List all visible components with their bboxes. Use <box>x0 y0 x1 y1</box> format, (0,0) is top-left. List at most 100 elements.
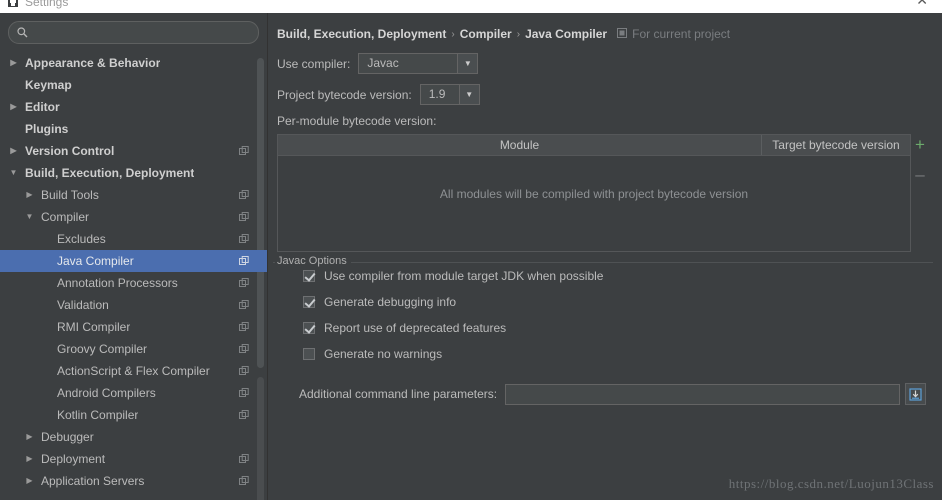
chevron-down-icon[interactable]: ▼ <box>457 54 478 73</box>
javac-option-row[interactable]: Use compiler from module target JDK when… <box>273 263 933 289</box>
sidebar-item-label: Android Compilers <box>57 386 156 400</box>
javac-option-row[interactable]: Report use of deprecated features <box>273 315 933 341</box>
javac-option-row[interactable]: Generate no warnings <box>273 341 933 367</box>
module-scope-icon <box>239 255 249 269</box>
checkbox-label: Generate debugging info <box>324 295 457 309</box>
sidebar-item-label: Java Compiler <box>57 254 134 268</box>
module-scope-icon <box>239 233 249 247</box>
javac-options-checkbox-list: Use compiler from module target JDK when… <box>273 263 933 367</box>
sidebar-item-label: Debugger <box>41 430 94 444</box>
sidebar-item-label: Application Servers <box>41 474 145 488</box>
chevron-right-icon[interactable]: ▶ <box>24 455 35 463</box>
sidebar-item-label: Build, Execution, Deployment <box>25 166 195 180</box>
sidebar-item-excludes[interactable]: ▶ Excludes <box>0 228 267 250</box>
expand-editor-icon[interactable] <box>905 383 927 405</box>
sidebar-item-debugger[interactable]: ▶ Debugger <box>0 426 267 448</box>
chevron-right-icon[interactable]: ▶ <box>8 103 19 111</box>
checkbox-generate-debugging-info[interactable] <box>303 296 315 308</box>
breadcrumb-item-build[interactable]: Build, Execution, Deployment <box>277 27 446 41</box>
sidebar-item-android-compilers[interactable]: ▶ Android Compilers <box>0 382 267 404</box>
module-scope-icon <box>239 475 249 489</box>
sidebar-item-label: Version Control <box>25 144 115 158</box>
checkbox-generate-no-warnings[interactable] <box>303 348 315 360</box>
use-compiler-select[interactable]: Javac ▼ <box>358 53 479 74</box>
chevron-right-icon[interactable]: ▶ <box>8 59 19 67</box>
sidebar-item-validation[interactable]: ▶ Validation <box>0 294 267 316</box>
sidebar-item-plugins[interactable]: ▶ Plugins <box>0 118 267 140</box>
table-empty-message: All modules will be compiled with projec… <box>439 187 749 201</box>
use-compiler-label: Use compiler: <box>277 56 351 71</box>
settings-tree: ▶ Appearance & Behavior ▶ Keymap ▶ Editor ▶ Plu… <box>0 52 267 500</box>
chevron-right-icon[interactable]: ▶ <box>24 191 35 199</box>
chevron-right-icon: ▶ <box>40 257 51 265</box>
chevron-down-icon[interactable]: ▼ <box>8 169 19 177</box>
per-module-bytecode-label: Per-module bytecode version: <box>277 114 437 128</box>
chevron-right-icon: ▶ <box>40 235 51 243</box>
settings-dialog: Settings ✕ ▶ Appearance & Behavior ▶ Keymap… <box>0 0 942 500</box>
chevron-right-icon: ▶ <box>40 367 51 375</box>
additional-params-input[interactable] <box>505 383 901 405</box>
breadcrumb-separator: › <box>451 28 455 40</box>
sidebar-item-label: Plugins <box>25 122 69 136</box>
chevron-right-icon[interactable]: ▶ <box>24 477 35 485</box>
search-box[interactable] <box>8 21 259 44</box>
checkbox-report-use-of-deprecated-features[interactable] <box>303 322 315 334</box>
chevron-right-icon[interactable]: ▶ <box>24 433 35 441</box>
sidebar-item-label: Build Tools <box>41 188 99 202</box>
chevron-right-icon[interactable]: ▶ <box>8 147 19 155</box>
status-badge: For current project <box>617 27 730 41</box>
add-module-button[interactable]: + <box>915 136 925 153</box>
chevron-down-icon[interactable]: ▼ <box>458 85 479 104</box>
sidebar-item-application-servers[interactable]: ▶ Application Servers <box>0 470 267 492</box>
chevron-right-icon: ▶ <box>8 125 19 133</box>
module-scope-icon <box>239 189 249 203</box>
module-scope-icon <box>239 409 249 423</box>
settings-window-icon <box>6 0 19 9</box>
sidebar-item-build-execution-deployment[interactable]: ▼ Build, Execution, Deployment <box>0 162 267 184</box>
window-titlebar: Settings ✕ <box>0 0 942 13</box>
sidebar-item-groovy-compiler[interactable]: ▶ Groovy Compiler <box>0 338 267 360</box>
breadcrumb: Build, Execution, Deployment › Compiler … <box>269 13 942 41</box>
checkbox-use-compiler-from-module-target-jdk-when-possible[interactable] <box>303 270 315 282</box>
sidebar-item-annotation-processors[interactable]: ▶ Annotation Processors <box>0 272 267 294</box>
sidebar-item-editor[interactable]: ▶ Editor <box>0 96 267 118</box>
chevron-right-icon: ▶ <box>40 345 51 353</box>
sidebar-item-rmi-compiler[interactable]: ▶ RMI Compiler <box>0 316 267 338</box>
sidebar-item-actionscript-flex-compiler[interactable]: ▶ ActionScript & Flex Compiler <box>0 360 267 382</box>
sidebar-search-wrapper <box>0 13 267 48</box>
javac-options-title: Javac Options <box>275 255 351 267</box>
table-column-header-target[interactable]: Target bytecode version <box>762 135 910 155</box>
per-module-table[interactable]: Module Target bytecode version All modul… <box>277 134 911 252</box>
sidebar-item-kotlin-compiler[interactable]: ▶ Kotlin Compiler <box>0 404 267 426</box>
search-input[interactable] <box>28 24 258 41</box>
module-scope-icon <box>239 277 249 291</box>
module-scope-icon <box>239 299 249 313</box>
sidebar-item-label: Editor <box>25 100 60 114</box>
settings-sidebar: ▶ Appearance & Behavior ▶ Keymap ▶ Editor ▶ Plu… <box>0 13 268 500</box>
sidebar-item-build-tools[interactable]: ▶ Build Tools <box>0 184 267 206</box>
chevron-right-icon: ▶ <box>40 301 51 309</box>
sidebar-item-appearance-behavior[interactable]: ▶ Appearance & Behavior <box>0 52 267 74</box>
window-title: Settings <box>25 0 69 9</box>
sidebar-item-version-control[interactable]: ▶ Version Control <box>0 140 267 162</box>
table-column-header-module[interactable]: Module <box>278 135 762 155</box>
breadcrumb-item-compiler[interactable]: Compiler <box>460 27 512 41</box>
sidebar-item-java-compiler[interactable]: ▶ Java Compiler <box>0 250 267 272</box>
close-icon[interactable]: ✕ <box>916 0 928 7</box>
breadcrumb-separator: › <box>516 28 521 40</box>
breadcrumb-item-java-compiler[interactable]: Java Compiler <box>525 27 607 41</box>
sidebar-item-label: Deployment <box>41 452 106 466</box>
additional-params-label: Additional command line parameters: <box>299 387 498 401</box>
project-bytecode-label: Project bytecode version: <box>277 87 412 102</box>
sidebar-item-label: ActionScript & Flex Compiler <box>57 364 210 378</box>
remove-module-button[interactable]: – <box>915 166 924 183</box>
javac-option-row[interactable]: Generate debugging info <box>273 289 933 315</box>
project-scope-icon <box>617 27 628 41</box>
sidebar-item-compiler[interactable]: ▼ Compiler <box>0 206 267 228</box>
table-header-row: Module Target bytecode version <box>278 135 910 156</box>
sidebar-item-keymap[interactable]: ▶ Keymap <box>0 74 267 96</box>
project-bytecode-select[interactable]: 1.9 ▼ <box>419 84 480 105</box>
sidebar-item-label: Excludes <box>57 232 106 246</box>
chevron-down-icon[interactable]: ▼ <box>24 213 35 221</box>
sidebar-item-deployment[interactable]: ▶ Deployment <box>0 448 267 470</box>
